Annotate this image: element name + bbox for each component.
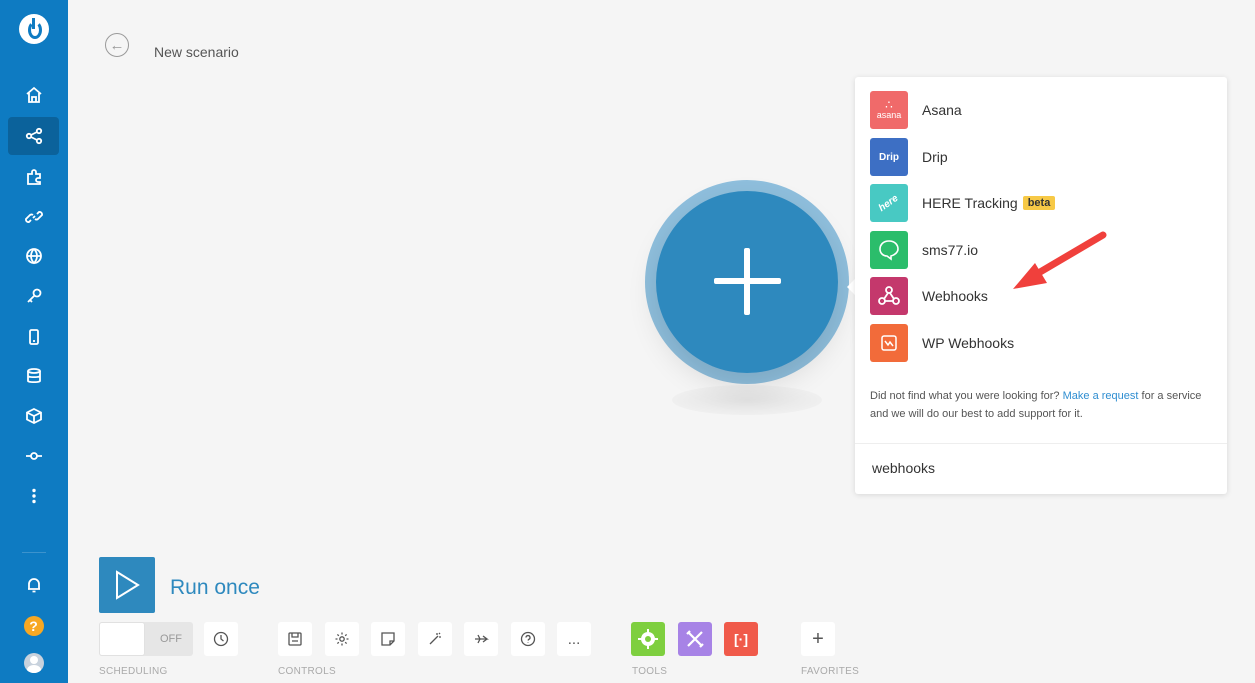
request-note: Did not find what you were looking for? … <box>870 387 1210 423</box>
app-item-label: Asana <box>922 102 962 118</box>
toggle-state: OFF <box>160 633 182 645</box>
link-icon[interactable] <box>8 198 59 236</box>
make-logo[interactable] <box>19 14 49 44</box>
app-item-label: Drip <box>922 149 948 165</box>
globe-icon[interactable] <box>8 237 59 275</box>
magic-wand-icon[interactable] <box>418 622 452 656</box>
sidebar: ? <box>0 0 68 683</box>
beta-badge: beta <box>1022 196 1056 210</box>
drip-icon: Drip <box>870 138 908 176</box>
play-icon <box>116 570 140 600</box>
arrow-left-icon: ← <box>109 36 125 54</box>
app-item-asana[interactable]: ∴ asana Asana <box>870 91 962 129</box>
tools-label: TOOLS <box>632 666 668 677</box>
scheduling-toggle[interactable]: OFF <box>99 622 193 656</box>
back-button[interactable]: ← <box>105 33 129 57</box>
tools-icon[interactable] <box>678 622 712 656</box>
app-item-label: WP Webhooks <box>922 335 1015 351</box>
asana-icon: ∴ asana <box>870 91 908 129</box>
cube-icon[interactable] <box>8 397 59 435</box>
run-once-label[interactable]: Run once <box>170 576 260 600</box>
app-item-label: Webhooks <box>922 288 988 304</box>
page-title: New scenario <box>154 44 239 60</box>
airplane-icon[interactable] <box>464 622 498 656</box>
favorites-label: FAVORITES <box>801 666 860 677</box>
app-item-label: HERE Tracking <box>922 195 1018 211</box>
brackets-icon[interactable]: [·] <box>724 622 758 656</box>
app-item-sms77[interactable]: sms77.io <box>870 231 979 269</box>
app-item-label: sms77.io <box>922 242 979 258</box>
red-arrow-annotation <box>1013 231 1107 289</box>
user-avatar[interactable] <box>8 644 59 682</box>
app-item-webhooks[interactable]: Webhooks <box>870 277 988 315</box>
app-item-wp-webhooks[interactable]: WP Webhooks <box>870 324 1015 362</box>
more-vertical-icon[interactable] <box>8 477 59 515</box>
home-icon[interactable] <box>8 76 59 114</box>
help-circle-icon[interactable] <box>511 622 545 656</box>
here-icon: here <box>870 184 908 222</box>
flow-icon[interactable] <box>8 437 59 475</box>
note-text: Did not find what you were looking for? <box>870 390 1060 402</box>
scheduling-label: SCHEDULING <box>99 666 168 677</box>
add-module-button[interactable] <box>656 191 838 373</box>
help-icon[interactable]: ? <box>8 607 59 645</box>
user-avatar-icon <box>23 653 44 673</box>
database-icon[interactable] <box>8 357 59 395</box>
more-icon[interactable]: ... <box>557 622 591 656</box>
app-item-drip[interactable]: Drip Drip <box>870 138 948 176</box>
chat-bubble-icon <box>870 231 908 269</box>
note-icon[interactable] <box>371 622 405 656</box>
clock-icon[interactable] <box>204 622 238 656</box>
save-icon[interactable] <box>278 622 312 656</box>
add-favorite-button[interactable]: + <box>801 622 835 656</box>
key-icon[interactable] <box>8 277 59 315</box>
mobile-icon[interactable] <box>8 318 59 356</box>
webhook-icon <box>870 277 908 315</box>
sidebar-divider <box>22 552 46 553</box>
puzzle-icon[interactable] <box>8 158 59 196</box>
make-request-link[interactable]: Make a request <box>1063 390 1139 402</box>
bell-icon[interactable] <box>8 566 59 604</box>
tools-gear-icon[interactable] <box>631 622 665 656</box>
panel-divider <box>855 443 1227 444</box>
plus-shadow <box>672 385 822 415</box>
wp-webhooks-icon <box>870 324 908 362</box>
controls-label: CONTROLS <box>278 666 336 677</box>
app-search-input[interactable] <box>870 459 1214 477</box>
share-icon[interactable] <box>8 117 59 155</box>
toggle-knob <box>99 622 145 656</box>
run-once-button[interactable] <box>99 557 155 613</box>
help-badge: ? <box>23 616 44 636</box>
gear-icon[interactable] <box>325 622 359 656</box>
app-item-here-tracking[interactable]: here HERE Tracking beta <box>870 184 1056 222</box>
